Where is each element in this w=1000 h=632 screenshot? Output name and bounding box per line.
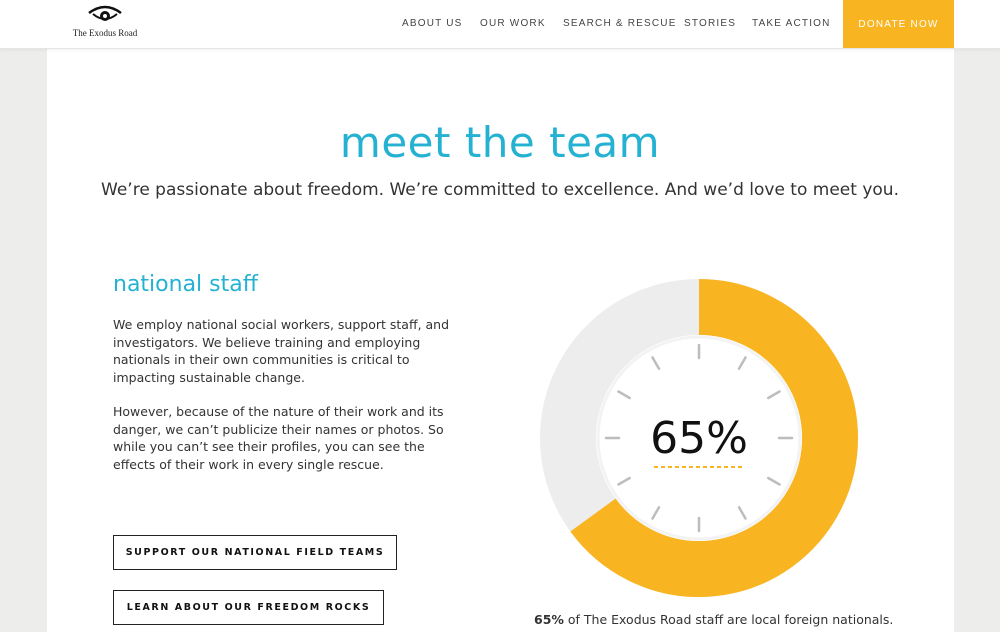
section-title: national staff (113, 272, 258, 297)
logo-text: The Exodus Road (72, 28, 138, 38)
section-paragraph-2: However, because of the nature of their … (113, 404, 444, 472)
support-field-teams-button[interactable]: SUPPORT OUR NATIONAL FIELD TEAMS (113, 535, 397, 570)
page-title: meet the team (339, 118, 661, 167)
nav-search-rescue[interactable]: SEARCH & RESCUE (563, 18, 677, 29)
page-subtitle: We’re passionate about freedom. We’re co… (101, 180, 899, 200)
chart-caption: 65% of The Exodus Road staff are local f… (534, 612, 893, 627)
donut-chart-svg: 65% (540, 279, 858, 597)
donut-chart: 65% (540, 279, 858, 597)
section-paragraph-1: We employ national social workers, suppo… (113, 317, 450, 385)
nav-stories[interactable]: STORIES (684, 18, 736, 29)
site-header: The Exodus Road ABOUT US OUR WORK SEARCH… (0, 0, 1000, 49)
nav-our-work[interactable]: OUR WORK (480, 18, 546, 29)
logo[interactable]: The Exodus Road (60, 4, 150, 44)
donate-button[interactable]: DONATE NOW (843, 0, 954, 48)
nav-take-action[interactable]: TAKE ACTION (752, 18, 831, 29)
eye-logo-icon (88, 5, 122, 21)
caption-value: 65% (534, 612, 564, 627)
donut-center-label: 65% (650, 413, 748, 464)
nav-about-us[interactable]: ABOUT US (402, 18, 463, 29)
freedom-rocks-button[interactable]: LEARN ABOUT OUR FREEDOM ROCKS (113, 590, 384, 625)
caption-text: of The Exodus Road staff are local forei… (563, 612, 894, 627)
